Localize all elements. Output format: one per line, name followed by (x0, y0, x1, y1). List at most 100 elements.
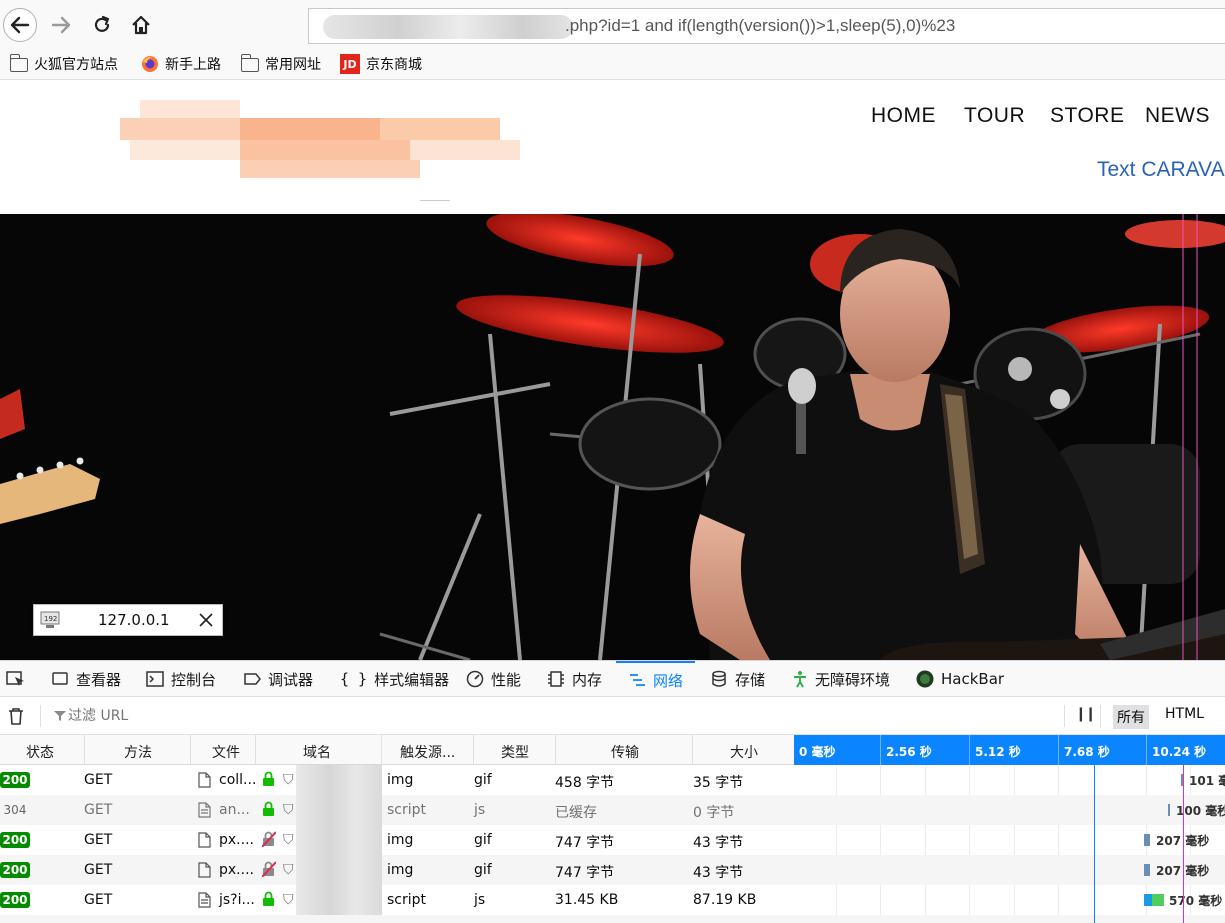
waterfall-timeline-header[interactable]: 0 毫秒 2.56 秒 5.12 秒 7.68 秒 10.24 秒 (794, 735, 1225, 765)
forward-button[interactable] (44, 8, 78, 42)
request-size: 43 字节 (693, 865, 744, 881)
timeline-tick: 10.24 秒 (1152, 745, 1207, 759)
bookmark-label: 京东商城 (366, 57, 422, 73)
domcontentloaded-marker (1094, 765, 1095, 923)
filter-type-html[interactable]: HTML (1165, 706, 1204, 722)
status-badge: 200 (0, 892, 30, 908)
element-picker-button[interactable] (6, 661, 26, 697)
bookmark-jd[interactable]: JD 京东商城 (340, 54, 422, 74)
request-method: GET (84, 892, 113, 908)
table-row[interactable]: 200 GET coll... ⛉ img gif 458 字节 35 字节 1… (0, 765, 1225, 795)
request-size: 35 字节 (693, 775, 744, 791)
site-header: HOME TOUR STORE NEWS Text CARAVA (0, 80, 1225, 214)
table-row[interactable] (0, 915, 1225, 923)
bookmark-label: 新手上路 (165, 57, 221, 73)
request-method: GET (84, 832, 113, 848)
filter-url-input[interactable] (68, 706, 368, 726)
table-row[interactable]: 200 GET px.... ⛉ img gif 747 字节 43 字节 20… (0, 825, 1225, 855)
tab-label: 性能 (491, 670, 522, 689)
tab-performance[interactable]: 性能 (466, 661, 521, 697)
trash-icon[interactable] (8, 707, 24, 725)
col-status[interactable]: 状态 (26, 742, 54, 762)
hero-concert-photo (0, 214, 1225, 660)
pause-icon[interactable]: ❙❙ (1075, 706, 1097, 722)
col-cause[interactable]: 触发源... (400, 742, 455, 762)
filter-icon (54, 711, 66, 721)
home-button[interactable] (124, 8, 158, 42)
network-request-list: 200 GET coll... ⛉ img gif 458 字节 35 字节 1… (0, 765, 1225, 923)
waterfall-bar (1144, 864, 1150, 876)
status-badge: 304 (3, 803, 27, 817)
col-file[interactable]: 文件 (212, 742, 240, 762)
network-filter-bar: ❙❙ 所有 HTML (0, 697, 1225, 735)
col-size[interactable]: 大小 (730, 742, 758, 762)
tab-storage[interactable]: 存储 (710, 661, 765, 697)
tab-hackbar[interactable]: HackBar (916, 661, 1004, 697)
nav-tour[interactable]: TOUR (964, 104, 1025, 128)
tab-accessibility[interactable]: 无障碍环境 (792, 661, 890, 697)
tracker-icon: ⛉ (283, 832, 294, 848)
tracker-icon: ⛉ (283, 802, 294, 818)
request-transferred: 已缓存 (555, 805, 597, 821)
tab-memory[interactable]: 内存 (547, 661, 602, 697)
domain-redacted (296, 765, 382, 795)
waterfall-bar-receive (1152, 894, 1164, 906)
nav-home[interactable]: HOME (871, 104, 936, 128)
bookmark-label: 常用网址 (265, 57, 321, 73)
folder-icon (10, 54, 28, 72)
request-type: gif (474, 832, 492, 848)
col-domain[interactable]: 域名 (303, 742, 331, 762)
site-logo-redacted (120, 100, 520, 180)
request-size: 87.19 KB (693, 892, 757, 908)
script-file-icon (198, 802, 211, 818)
status-badge: 200 (0, 862, 30, 878)
reload-button[interactable] (85, 8, 119, 42)
close-icon[interactable] (199, 613, 213, 627)
timeline-tick: 0 毫秒 (799, 745, 836, 759)
tracker-icon: ⛉ (283, 772, 294, 788)
url-host-redacted (323, 15, 573, 39)
table-row[interactable]: 304 GET an... ⛉ script js 已缓存 0 字节 100 毫… (0, 795, 1225, 825)
tab-network[interactable]: 网络 (616, 661, 696, 697)
jd-icon: JD (340, 54, 360, 74)
tab-console[interactable]: 控制台 (146, 661, 216, 697)
timeline-tick: 2.56 秒 (886, 745, 932, 759)
script-file-icon (198, 892, 211, 908)
request-cause: img (387, 862, 414, 878)
col-method[interactable]: 方法 (124, 742, 152, 762)
request-transferred: 31.45 KB (555, 892, 619, 908)
col-type[interactable]: 类型 (501, 742, 529, 762)
request-size: 0 字节 (693, 805, 735, 821)
url-bar[interactable]: .php?id=1 and if(length(version())>1,sle… (308, 8, 1225, 44)
col-transferred[interactable]: 传输 (611, 742, 639, 762)
bookmark-common-sites[interactable]: 常用网址 (241, 54, 321, 74)
waterfall-bar-wait (1144, 894, 1152, 906)
network-icon (630, 674, 645, 686)
domain-redacted (296, 825, 382, 855)
filter-type-all[interactable]: 所有 (1113, 705, 1149, 729)
server-ip-icon: 192 (40, 611, 60, 628)
logo-underline (420, 200, 450, 201)
tab-debugger[interactable]: 调试器 (243, 661, 313, 697)
table-row[interactable]: 200 GET js?i... ⛉ script js 31.45 KB 87.… (0, 885, 1225, 915)
request-file: an... (219, 802, 250, 818)
text-caravan-link[interactable]: Text CARAVA (1097, 158, 1225, 182)
request-file: coll... (219, 772, 257, 788)
tab-style-editor[interactable]: { } 样式编辑器 (340, 661, 449, 697)
nav-news[interactable]: NEWS (1145, 104, 1210, 128)
nav-store[interactable]: STORE (1050, 104, 1124, 128)
domain-redacted (296, 795, 382, 825)
tab-inspector[interactable]: 查看器 (51, 661, 121, 697)
bookmark-firefox-site[interactable]: 火狐官方站点 (10, 54, 118, 74)
table-row[interactable]: 200 GET px.... ⛉ img gif 747 字节 43 字节 20… (0, 855, 1225, 885)
tracker-icon: ⛉ (283, 892, 294, 908)
request-cause: script (387, 892, 427, 908)
network-column-header: 状态 方法 文件 域名 触发源... 类型 传输 大小 0 毫秒 2.56 秒 … (0, 735, 1225, 765)
status-badge: 200 (0, 772, 30, 788)
status-badge: 200 (0, 832, 30, 848)
back-button[interactable] (3, 8, 37, 42)
bookmark-getting-started[interactable]: 新手上路 (141, 54, 221, 74)
request-method: GET (84, 772, 113, 788)
firefox-icon (142, 56, 158, 72)
lock-icon (263, 891, 274, 906)
